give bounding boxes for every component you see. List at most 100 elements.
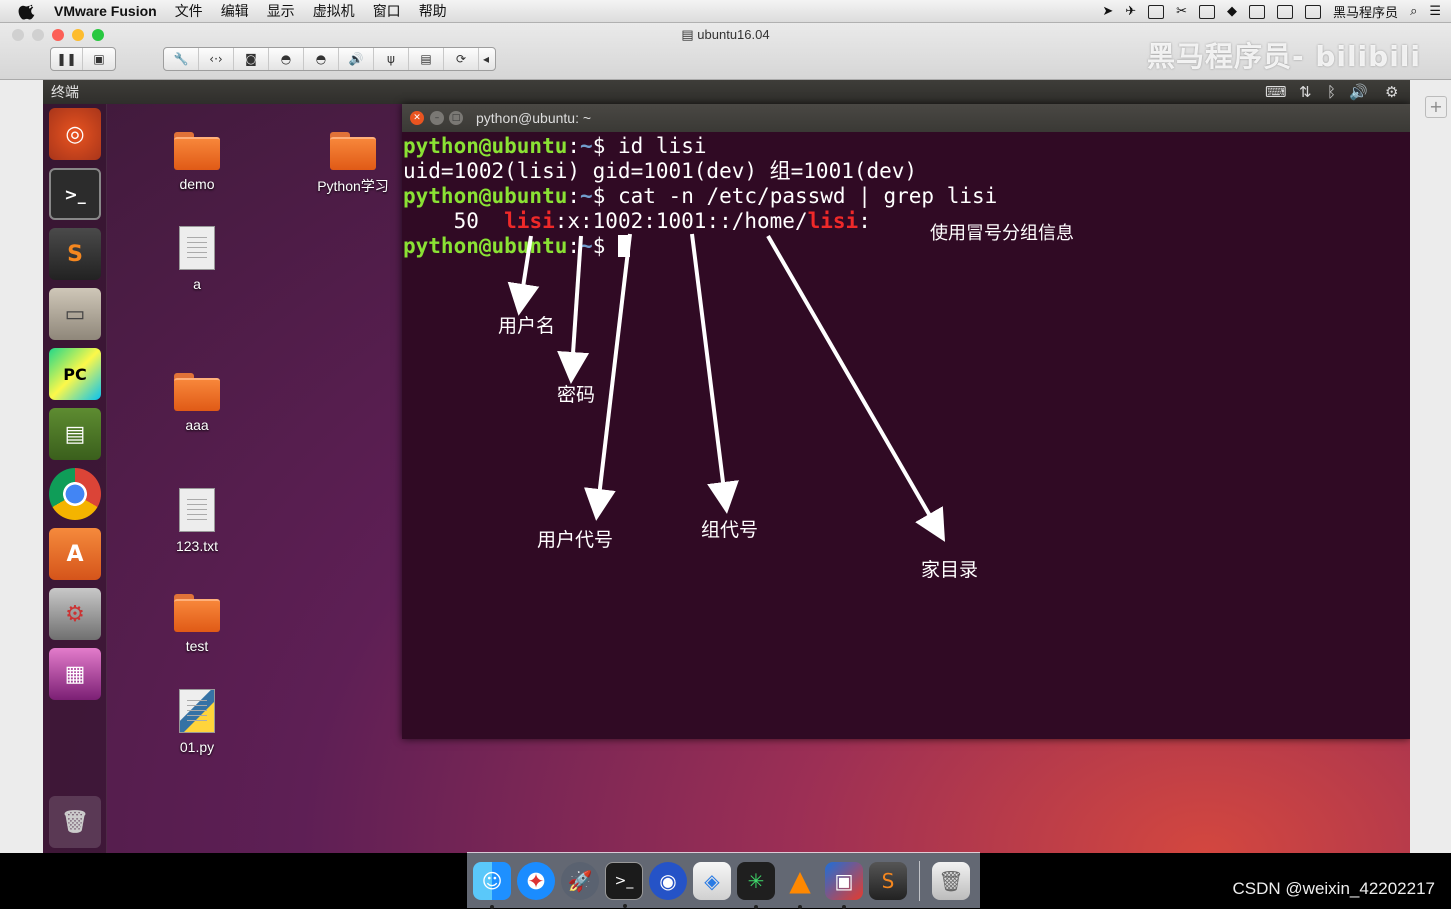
- annotation-username: 用户名: [498, 315, 556, 337]
- snapshot-button[interactable]: ▣: [83, 48, 115, 70]
- command-output: uid=1002(lisi) gid=1001(dev) 组=1001(dev): [403, 159, 918, 183]
- trash-icon[interactable]: 🗑: [49, 796, 101, 848]
- terminal-launcher-icon[interactable]: >_: [49, 168, 101, 220]
- menu-help[interactable]: 帮助: [419, 1, 447, 21]
- collapse-arrow-icon[interactable]: ◂: [479, 48, 493, 70]
- prompt-user: python@ubuntu: [403, 234, 568, 258]
- disk-icon[interactable]: ◙: [234, 48, 269, 70]
- add-tab-button[interactable]: +: [1425, 96, 1447, 118]
- scissors-icon[interactable]: ✂: [1176, 4, 1187, 19]
- chrome-icon[interactable]: [49, 468, 101, 520]
- right-gutter: +: [1410, 80, 1451, 853]
- passwd-fields: :x:1002:1001::/home/: [554, 209, 808, 233]
- cd-icon[interactable]: ◓: [269, 48, 304, 70]
- software-center-icon[interactable]: A: [49, 528, 101, 580]
- desktop-icon-aaa[interactable]: aaa: [147, 373, 247, 433]
- workspace-switcher-icon[interactable]: ▦: [49, 648, 101, 700]
- terminal-line-4: 50 lisi:x:1002:1001::/home/lisi:: [403, 209, 997, 234]
- terminal-minimize-button[interactable]: –: [430, 111, 444, 125]
- vlc-icon[interactable]: ▲: [781, 862, 819, 909]
- prompt-end: $: [592, 234, 618, 258]
- pause-button[interactable]: ❚❚: [51, 48, 84, 70]
- terminal-title: python@ubuntu: ~: [476, 110, 592, 126]
- folder-icon: [330, 132, 376, 170]
- prompt-path: ~: [580, 234, 593, 258]
- terminal-line-2: uid=1002(lisi) gid=1001(dev) 组=1001(dev): [403, 159, 997, 184]
- cd2-icon[interactable]: ◓: [304, 48, 339, 70]
- file-manager-icon[interactable]: ▭: [49, 288, 101, 340]
- xmind-icon[interactable]: ✳: [737, 861, 775, 909]
- system-gear-icon[interactable]: ⚙: [1385, 83, 1398, 101]
- usb-icon[interactable]: ψ: [374, 48, 409, 70]
- launchpad-icon[interactable]: 🚀: [561, 861, 599, 900]
- prompt-end: $: [592, 134, 618, 158]
- apple-logo-icon[interactable]: [18, 2, 40, 20]
- mac-menubar: VMware Fusion 文件 编辑 显示 虚拟机 窗口 帮助 ➤ ✈ ✂ ◆…: [0, 0, 1451, 23]
- location-icon[interactable]: ➤: [1102, 4, 1113, 19]
- menu-vm[interactable]: 虚拟机: [313, 1, 355, 21]
- safari-icon[interactable]: ✦: [517, 861, 555, 900]
- app-name[interactable]: VMware Fusion: [54, 3, 157, 19]
- terminal-window[interactable]: ✕ – □ python@ubuntu: ~ python@ubuntu:~$ …: [402, 104, 1410, 739]
- airplay-icon[interactable]: [1249, 4, 1266, 19]
- sync-icon[interactable]: ⟳: [444, 48, 479, 70]
- sublime-dock-icon[interactable]: S: [869, 861, 907, 900]
- dock-trash-icon[interactable]: 🗑: [932, 861, 970, 900]
- status-text[interactable]: 黑马程序员: [1333, 2, 1398, 21]
- grep-match: lisi: [807, 209, 859, 233]
- terminal-output[interactable]: python@ubuntu:~$ id lisi uid=1002(lisi) g…: [403, 134, 997, 259]
- copy-icon[interactable]: [1199, 4, 1216, 19]
- system-settings-icon[interactable]: ⚙: [49, 588, 101, 640]
- terminal-dock-icon[interactable]: >_: [605, 861, 643, 908]
- input-method-icon[interactable]: [1305, 4, 1322, 19]
- send-icon[interactable]: ✈: [1125, 4, 1136, 19]
- text-file-icon: [179, 226, 215, 270]
- maps-icon[interactable]: ◈: [693, 861, 731, 900]
- keyboard-icon[interactable]: ⌨: [1265, 83, 1287, 101]
- sound-icon[interactable]: 🔊: [339, 48, 374, 70]
- battery-icon[interactable]: [1277, 4, 1294, 19]
- desktop-icon-label: Python学习: [317, 178, 389, 194]
- window-title-text: ubuntu16.04: [697, 27, 770, 42]
- desktop-icon-a[interactable]: a: [147, 226, 247, 292]
- desktop-icon-01py[interactable]: 01.py: [147, 689, 247, 755]
- ubuntu-dash-icon[interactable]: ◎: [49, 108, 101, 160]
- finder-icon[interactable]: ☺: [473, 861, 511, 909]
- menu-edit[interactable]: 编辑: [221, 1, 249, 21]
- sublime-text-icon[interactable]: S: [49, 228, 101, 280]
- menu-view[interactable]: 显示: [267, 1, 295, 21]
- books-icon[interactable]: ▤: [49, 408, 101, 460]
- vmware-titlebar: ▤ ubuntu16.04 ❚❚ ▣ 🔧 ‹·› ◙ ◓ ◓ 🔊 ψ ▤ ⟳ ◂…: [0, 23, 1451, 80]
- pycharm-icon[interactable]: PC: [49, 348, 101, 400]
- watermark-credit: CSDN @weixin_42202217: [1232, 879, 1435, 898]
- network-icon[interactable]: ‹·›: [199, 48, 234, 70]
- menu-file[interactable]: 文件: [175, 1, 203, 21]
- bluetooth-icon[interactable]: ᛒ: [1327, 83, 1336, 101]
- desktop-icon-demo[interactable]: demo: [147, 132, 247, 192]
- dock-divider: [919, 860, 920, 901]
- menu-window[interactable]: 窗口: [373, 1, 401, 21]
- terminal-line-5: python@ubuntu:~$: [403, 234, 997, 259]
- terminal-close-button[interactable]: ✕: [410, 111, 424, 125]
- desktop-icon-label: aaa: [185, 417, 209, 433]
- vmware-dock-icon[interactable]: ▣: [825, 861, 863, 909]
- terminal-titlebar[interactable]: ✕ – □ python@ubuntu: ~: [402, 104, 1410, 132]
- desktop-icon-python[interactable]: Python学习: [303, 132, 403, 196]
- floppy-icon[interactable]: ▤: [409, 48, 444, 70]
- desktop-icon-label: demo: [179, 176, 215, 192]
- folder-icon: [174, 373, 220, 411]
- desktop-icon-label: 123.txt: [175, 538, 219, 554]
- wifi-icon[interactable]: ◆: [1227, 4, 1237, 19]
- camera-icon[interactable]: [1148, 4, 1165, 19]
- desktop-icon-test[interactable]: test: [147, 594, 247, 654]
- volume-icon[interactable]: 🔊: [1349, 83, 1368, 101]
- search-icon[interactable]: ⌕: [1410, 4, 1417, 19]
- screen-recorder-icon[interactable]: ◉: [649, 861, 687, 900]
- list-icon[interactable]: ☰: [1429, 4, 1441, 19]
- network-arrows-icon[interactable]: ⇅: [1299, 83, 1312, 101]
- terminal-maximize-button[interactable]: □: [449, 111, 463, 125]
- annotation-home: 家目录: [921, 559, 979, 581]
- settings-wrench-icon[interactable]: 🔧: [164, 48, 199, 70]
- folder-icon: [174, 132, 220, 170]
- desktop-icon-123txt[interactable]: 123.txt: [147, 488, 247, 554]
